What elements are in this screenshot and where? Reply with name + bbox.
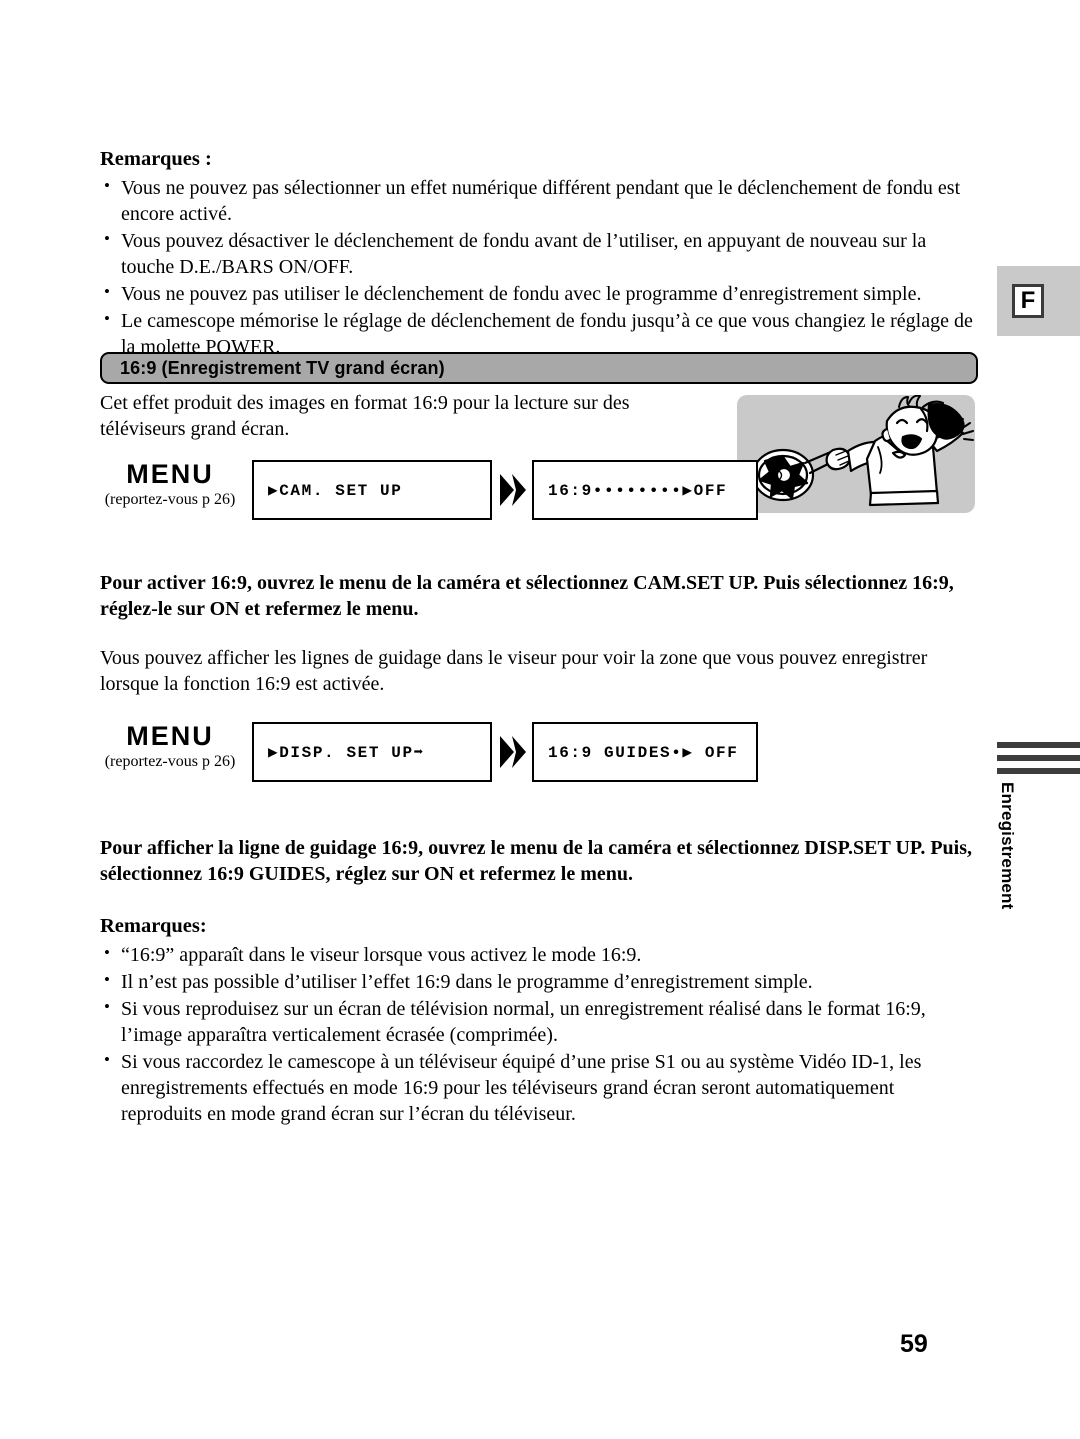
menu-screen-1: ▶CAM. SET UP — [252, 460, 492, 520]
paragraph-1-block: Vous pouvez afficher les lignes de guida… — [100, 645, 980, 698]
notes-bottom-list: “16:9” apparaît dans le viseur lorsque v… — [100, 942, 980, 1127]
menu-screen-2-text: 16:9••••••••▶OFF — [548, 482, 728, 500]
flow-arrow-icon — [498, 734, 526, 770]
section-heading-label: 16:9 (Enregistrement TV grand écran) — [120, 357, 445, 378]
menu-flow-1: MENU (reportez-vous p 26) ▶CAM. SET UP 1… — [100, 460, 980, 522]
language-tab-letter: F — [1012, 284, 1044, 318]
menu-screen-2: 16:9 GUIDES•▶ OFF — [532, 722, 758, 782]
language-tab: F — [997, 266, 1080, 336]
chapter-title-text: Enregistrement — [998, 782, 1017, 910]
notes-top-heading: Remarques : — [100, 148, 212, 170]
menu-flow-1-label: MENU (reportez-vous p 26) — [100, 460, 240, 510]
instruction-2-text: Pour afficher la ligne de guidage 16:9, … — [100, 837, 972, 886]
list-item: Vous ne pouvez pas sélectionner un effet… — [100, 175, 980, 227]
list-item: “16:9” apparaît dans le viseur lorsque v… — [100, 942, 980, 968]
list-item: Vous ne pouvez pas utiliser le déclenche… — [100, 281, 980, 307]
notes-bottom-block: Remarques: “16:9” apparaît dans le viseu… — [100, 915, 980, 1128]
menu-button-label: MENU — [126, 459, 214, 489]
menu-screen-2-text: 16:9 GUIDES•▶ OFF — [548, 744, 739, 762]
notes-bottom-heading: Remarques: — [100, 915, 207, 937]
menu-screen-1-text: ▶DISP. SET UP➡ — [268, 744, 425, 762]
notes-top-list: Vous ne pouvez pas sélectionner un effet… — [100, 175, 980, 360]
chapter-rule-1 — [997, 742, 1080, 748]
instruction-2-block: Pour afficher la ligne de guidage 16:9, … — [100, 835, 980, 888]
menu-page-reference: (reportez-vous p 26) — [104, 753, 236, 771]
flow-arrow-icon — [498, 472, 526, 508]
chapter-rule-3 — [997, 768, 1080, 774]
page-number: 59 — [900, 1330, 928, 1358]
section-intro-text: Cet effet produit des images en format 1… — [100, 392, 630, 441]
menu-button-label: MENU — [126, 721, 214, 751]
chapter-title-vertical: Enregistrement — [997, 782, 1037, 962]
section-heading-bar: 16:9 (Enregistrement TV grand écran) — [100, 352, 978, 384]
instruction-1-block: Pour activer 16:9, ouvrez le menu de la … — [100, 570, 980, 623]
list-item: Si vous raccordez le camescope à un télé… — [100, 1049, 980, 1127]
menu-page-reference: (reportez-vous p 26) — [104, 491, 236, 509]
chapter-rule-group — [997, 742, 1080, 781]
notes-top-block: Remarques : Vous ne pouvez pas sélection… — [100, 148, 980, 361]
chapter-rule-2 — [997, 755, 1080, 761]
menu-flow-2: MENU (reportez-vous p 26) ▶DISP. SET UP➡… — [100, 722, 980, 784]
list-item: Il n’est pas possible d’utiliser l’effet… — [100, 969, 980, 995]
menu-screen-1-text: ▶CAM. SET UP — [268, 482, 403, 500]
menu-flow-2-label: MENU (reportez-vous p 26) — [100, 722, 240, 772]
list-item: Vous pouvez désactiver le déclenchement … — [100, 228, 980, 280]
menu-screen-1: ▶DISP. SET UP➡ — [252, 722, 492, 782]
menu-screen-2: 16:9••••••••▶OFF — [532, 460, 758, 520]
list-item: Si vous reproduisez sur un écran de télé… — [100, 996, 980, 1048]
instruction-1-text: Pour activer 16:9, ouvrez le menu de la … — [100, 572, 954, 621]
section-intro-block: Cet effet produit des images en format 1… — [100, 390, 660, 443]
paragraph-1-text: Vous pouvez afficher les lignes de guida… — [100, 647, 928, 696]
